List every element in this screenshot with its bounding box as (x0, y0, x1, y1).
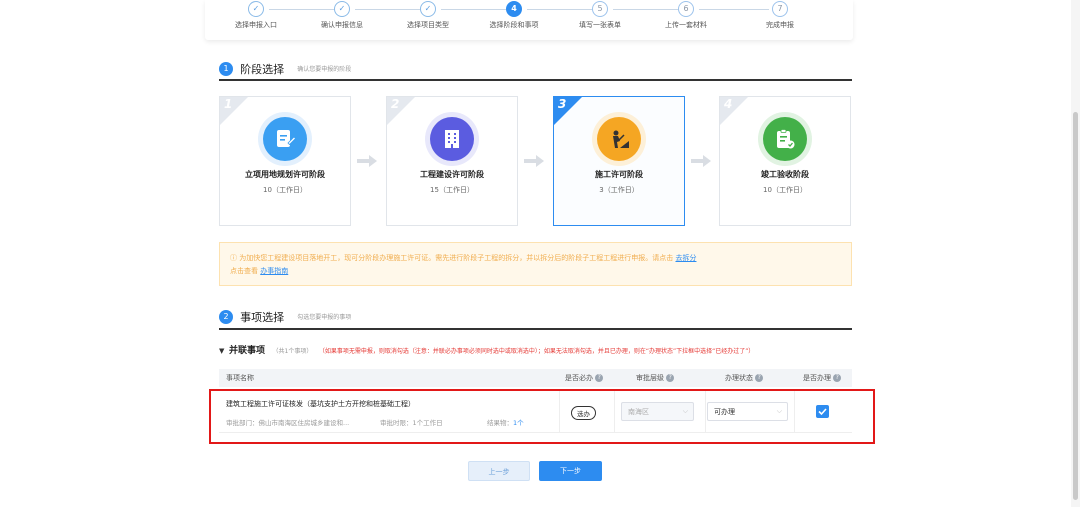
stage-card-4[interactable]: 4 竣工验收阶段 10（工作日） (719, 96, 851, 226)
step-label: 确认申报信息 (321, 21, 363, 29)
col-header-level: 审批层级 ? (636, 373, 675, 383)
stage-days: 3（工作日） (599, 186, 639, 194)
highlight-box (209, 389, 875, 444)
step-number: 5 (592, 1, 608, 17)
help-icon[interactable]: ? (755, 374, 764, 382)
checklist-icon (763, 117, 807, 161)
step-label: 填写一张表单 (579, 21, 621, 29)
arrow-right-icon (524, 155, 544, 167)
step-number: 7 (772, 1, 788, 17)
parallel-items-group[interactable]: ▼ 并联事项 （共1个事项） （如果事项无需申报，则取消勾选（注意：并联必办事项… (219, 343, 754, 356)
document-edit-icon (263, 117, 307, 161)
stage-days: 10（工作日） (263, 186, 307, 194)
step-label: 选择阶段和事项 (489, 21, 539, 29)
group-title: 并联事项 (228, 346, 265, 356)
group-note: （如果事项无需申报，则取消勾选（注意：并联必办事项必须同时选中或取消选中）；如果… (318, 348, 755, 355)
section-title: 阶段选择 (240, 62, 285, 76)
arrow-right-icon (357, 155, 377, 167)
help-icon[interactable]: ? (833, 374, 842, 382)
step-check-icon: ✓ (420, 1, 436, 17)
items-section-header: 2 事项选择 勾选您要申报的事项 (219, 306, 852, 330)
section-hint: 勾选您要申报的事项 (297, 314, 352, 321)
step-7: 7 完成申报 (740, 0, 820, 30)
stage-days: 15（工作日） (430, 186, 474, 194)
col-header-required-label: 是否必办 (565, 374, 593, 382)
stage-section-header: 1 阶段选择 确认您要申报的阶段 (219, 58, 852, 81)
construction-worker-icon (597, 117, 641, 161)
stage-number: 3 (558, 97, 567, 111)
col-header-status-label: 办理状态 (725, 374, 753, 382)
step-label: 上传一套材料 (665, 21, 707, 29)
step-check-icon: ✓ (334, 1, 350, 17)
guide-link[interactable]: 办事指南 (260, 267, 288, 275)
progress-stepper: ✓ 选择申报入口 ✓ 确认申报信息 ✓ 选择项目类型 4 选择阶段和事项 5 填… (205, 0, 853, 40)
notice-text: 点击查看 (230, 267, 258, 275)
col-header-name: 事项名称 (226, 374, 254, 382)
step-label: 选择项目类型 (407, 21, 449, 29)
col-header-level-label: 审批层级 (636, 374, 664, 382)
col-header-status: 办理状态 ? (725, 373, 764, 383)
step-label: 选择申报入口 (235, 21, 277, 29)
stage-name: 竣工验收阶段 (761, 170, 809, 179)
section-title: 事项选择 (240, 310, 285, 324)
col-header-required: 是否必办 ? (565, 373, 604, 383)
split-link[interactable]: 去拆分 (675, 254, 696, 262)
stage-name: 施工许可阶段 (595, 170, 643, 179)
notice-text: ⓘ 为加快您工程建设项目落地开工，现可分阶段办理施工许可证。需先进行阶段子工程的… (230, 254, 674, 262)
step-4[interactable]: 4 选择阶段和事项 (474, 0, 554, 30)
arrow-right-icon (691, 155, 711, 167)
stage-name: 立项用地规划许可阶段 (245, 170, 325, 179)
stage-number: 4 (724, 97, 733, 111)
stage-number: 2 (391, 97, 400, 111)
step-number: 4 (506, 1, 522, 17)
stage-card-3[interactable]: 3 施工许可阶段 3（工作日） (553, 96, 685, 226)
next-button[interactable]: 下一步 (539, 461, 602, 481)
col-header-handle: 是否办理 ? (803, 373, 842, 383)
stage-card-2[interactable]: 2 工程建设许可阶段 15（工作日） (386, 96, 518, 226)
help-icon[interactable]: ? (595, 374, 604, 382)
step-3[interactable]: ✓ 选择项目类型 (388, 0, 468, 30)
page: ✓ 选择申报入口 ✓ 确认申报信息 ✓ 选择项目类型 4 选择阶段和事项 5 填… (0, 0, 1080, 507)
items-table-header: 事项名称 是否必办 ? 审批层级 ? 办理状态 ? 是否办理 ? (219, 369, 852, 387)
step-2[interactable]: ✓ 确认申报信息 (302, 0, 382, 30)
scrollbar-thumb[interactable] (1073, 112, 1078, 500)
building-icon (430, 117, 474, 161)
group-count: （共1个事项） (272, 348, 313, 355)
section-number: 1 (219, 61, 233, 76)
step-check-icon: ✓ (248, 1, 264, 17)
step-6: 6 上传一套材料 (646, 0, 726, 30)
help-icon[interactable]: ? (666, 374, 675, 382)
stage-card-1[interactable]: 1 立项用地规划许可阶段 10（工作日） (219, 96, 351, 226)
prev-button[interactable]: 上一步 (468, 461, 530, 481)
col-header-handle-label: 是否办理 (803, 374, 831, 382)
step-1[interactable]: ✓ 选择申报入口 (216, 0, 296, 30)
stage-number: 1 (224, 97, 233, 111)
step-5: 5 填写一张表单 (560, 0, 640, 30)
collapse-toggle-icon[interactable]: ▼ (219, 347, 224, 355)
stage-days: 10（工作日） (763, 186, 807, 194)
split-notice: ⓘ 为加快您工程建设项目落地开工，现可分阶段办理施工许可证。需先进行阶段子工程的… (219, 242, 852, 286)
section-number: 2 (219, 309, 233, 324)
step-label: 完成申报 (766, 21, 794, 29)
section-hint: 确认您要申报的阶段 (297, 66, 352, 73)
stage-name: 工程建设许可阶段 (420, 170, 484, 179)
step-number: 6 (678, 1, 694, 17)
